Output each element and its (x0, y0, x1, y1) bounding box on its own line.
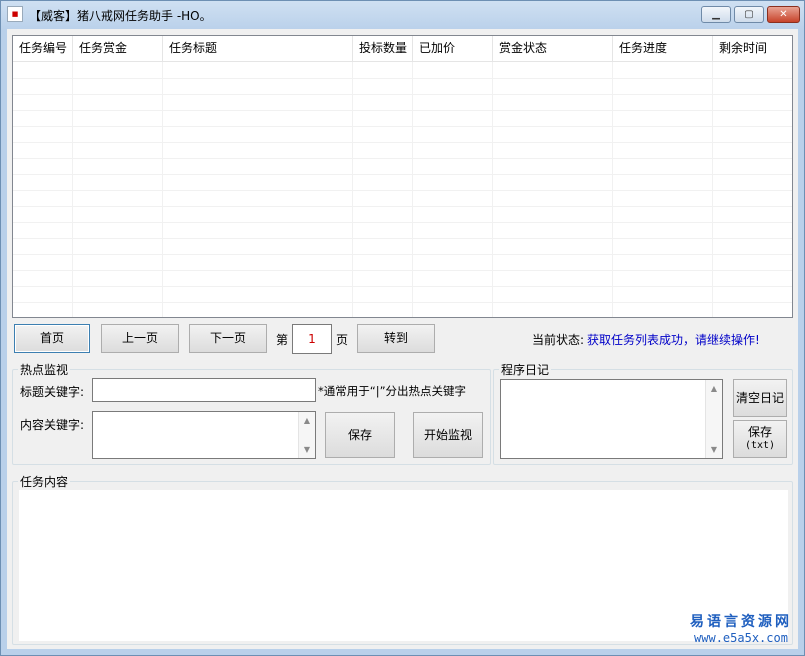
maximize-button[interactable]: ▢ (734, 6, 764, 23)
title-bar[interactable]: ■ 【威客】猪八戒网任务助手 -HO。 ▁ ▢ ✕ (1, 1, 804, 29)
grid-row-line (13, 270, 792, 271)
save-log-format-label: (txt) (744, 440, 776, 451)
grid-row-line (13, 174, 792, 175)
minimize-icon: ▁ (712, 9, 720, 20)
column-header-reward[interactable]: 任务赏金 (73, 36, 163, 62)
save-log-button[interactable]: 保存 (txt) (733, 420, 787, 458)
minimize-button[interactable]: ▁ (701, 6, 731, 23)
content-keyword-input[interactable]: ▲ ▼ (92, 411, 316, 459)
content-keyword-label: 内容关键字: (20, 418, 85, 432)
grid-row-line (13, 78, 792, 79)
watermark: 易语言资源网 www.e5a5x.com (690, 611, 792, 645)
column-header-reward-status[interactable]: 赏金状态 (493, 36, 613, 62)
grid-row-line (13, 190, 792, 191)
scroll-down-icon[interactable]: ▼ (299, 442, 315, 457)
table-body (13, 62, 793, 318)
watermark-cn: 易语言资源网 (690, 614, 792, 630)
start-monitor-button[interactable]: 开始监视 (413, 412, 483, 458)
task-list-table[interactable]: 任务编号 任务赏金 任务标题 投标数量 已加价 赏金状态 任务进度 剩余时间 (12, 35, 793, 318)
column-header-progress[interactable]: 任务进度 (613, 36, 713, 62)
column-header-markup[interactable]: 已加价 (413, 36, 493, 62)
task-content-group-title: 任务内容 (18, 473, 71, 490)
title-keyword-label: 标题关键字: (20, 385, 85, 399)
status-label: 当前状态: (532, 333, 585, 347)
grid-row-line (13, 254, 792, 255)
watermark-en: www.e5a5x.com (694, 631, 788, 645)
window-title: 【威客】猪八戒网任务助手 -HO。 (29, 9, 212, 23)
grid-column-line (792, 62, 793, 318)
client-area: 任务编号 任务赏金 任务标题 投标数量 已加价 赏金状态 任务进度 剩余时间 首… (7, 29, 798, 649)
prev-page-button[interactable]: 上一页 (101, 324, 179, 353)
goto-page-button[interactable]: 转到 (357, 324, 435, 353)
column-header-time-left[interactable]: 剩余时间 (713, 36, 792, 62)
grid-row-line (13, 222, 792, 223)
column-header-bid-count[interactable]: 投标数量 (353, 36, 413, 62)
status-value: 获取任务列表成功，请继续操作! (587, 333, 760, 347)
grid-row-line (13, 158, 792, 159)
close-icon: ✕ (779, 9, 788, 20)
title-keyword-input[interactable] (92, 378, 316, 402)
grid-row-line (13, 94, 792, 95)
title-keyword-hint: *通常用于“|”分出热点关键字 (318, 384, 467, 398)
next-page-button[interactable]: 下一页 (189, 324, 267, 353)
scroll-up-icon[interactable]: ▲ (299, 413, 315, 428)
grid-row-line (13, 286, 792, 287)
clear-log-button[interactable]: 清空日记 (733, 379, 787, 417)
app-window: ■ 【威客】猪八戒网任务助手 -HO。 ▁ ▢ ✕ 任务编号 任务赏金 任务标题… (0, 0, 805, 656)
task-content-area[interactable] (19, 490, 788, 641)
close-button[interactable]: ✕ (767, 6, 800, 23)
page-number-input[interactable]: 1 (292, 324, 332, 354)
page-prefix-label: 第 (276, 333, 289, 347)
hot-monitor-group-title: 热点监视 (18, 361, 71, 378)
maximize-icon: ▢ (744, 9, 754, 20)
app-logo-icon: ■ (7, 6, 23, 22)
log-scrollbar[interactable]: ▲ ▼ (705, 380, 722, 458)
scroll-up-icon[interactable]: ▲ (706, 381, 722, 396)
save-log-label: 保存 (747, 425, 772, 439)
column-header-title[interactable]: 任务标题 (163, 36, 353, 62)
column-header-task-id[interactable]: 任务编号 (13, 36, 73, 62)
grid-row-line (13, 302, 792, 303)
scroll-down-icon[interactable]: ▼ (706, 442, 722, 457)
grid-row-line (13, 238, 792, 239)
grid-row-line (13, 126, 792, 127)
save-keywords-button[interactable]: 保存 (325, 412, 395, 458)
grid-row-line (13, 110, 792, 111)
grid-row-line (13, 206, 792, 207)
log-group-title: 程序日记 (499, 361, 552, 378)
log-textarea[interactable]: ▲ ▼ (500, 379, 723, 459)
table-header: 任务编号 任务赏金 任务标题 投标数量 已加价 赏金状态 任务进度 剩余时间 (13, 36, 792, 62)
content-keyword-scrollbar[interactable]: ▲ ▼ (298, 412, 315, 458)
first-page-button[interactable]: 首页 (14, 324, 90, 353)
grid-row-line (13, 142, 792, 143)
page-suffix-label: 页 (336, 333, 349, 347)
